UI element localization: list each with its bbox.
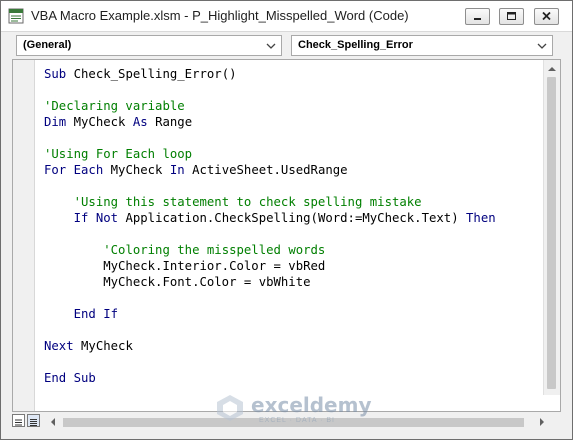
code-line[interactable]: 'Using this statement to check spelling …	[44, 194, 496, 210]
code-comment: 'Using For Each loop	[44, 147, 193, 161]
code-line[interactable]	[44, 322, 496, 338]
object-combo[interactable]: (General)	[16, 35, 282, 56]
scroll-left-arrow-icon[interactable]	[46, 414, 60, 430]
procedure-view-button[interactable]	[12, 414, 25, 427]
code-keyword: For Each	[44, 163, 111, 177]
code-text-token: MyCheck	[110, 163, 170, 177]
code-line[interactable]: 'Using For Each loop	[44, 146, 496, 162]
code-text[interactable]: Sub Check_Spelling_Error() 'Declaring var…	[44, 66, 496, 386]
code-line[interactable]: For Each MyCheck In ActiveSheet.UsedRang…	[44, 162, 496, 178]
watermark-name: exceldemy	[251, 393, 372, 417]
code-text-token: ActiveSheet.UsedRange	[192, 163, 348, 177]
code-comment: 'Using this statement to check spelling …	[73, 195, 422, 209]
scroll-up-arrow-icon[interactable]	[544, 62, 560, 76]
code-line[interactable]	[44, 226, 496, 242]
full-module-view-button[interactable]	[27, 414, 40, 427]
code-line[interactable]	[44, 82, 496, 98]
code-text-token: Range	[155, 115, 193, 129]
code-line[interactable]: Dim MyCheck As Range	[44, 114, 496, 130]
code-text-token: MyCheck.Interior.Color = vbRed	[44, 259, 326, 273]
minimize-button[interactable]	[465, 8, 490, 25]
code-keyword: Sub	[44, 67, 74, 81]
exceldemy-watermark: exceldemy EXCEL · DATA · BI	[215, 392, 372, 426]
chevron-down-icon[interactable]	[536, 40, 548, 52]
code-line[interactable]	[44, 130, 496, 146]
code-line[interactable]: Next MyCheck	[44, 338, 496, 354]
code-text-token: Check_Spelling_Error()	[73, 67, 237, 81]
code-line[interactable]	[44, 290, 496, 306]
code-keyword: In	[169, 163, 193, 177]
code-keyword: If Not	[73, 211, 126, 225]
vertical-scrollbar[interactable]	[543, 60, 560, 395]
scroll-right-arrow-icon[interactable]	[535, 414, 549, 430]
code-text-token: Application.CheckSpelling(Word:=MyCheck.…	[125, 211, 467, 225]
code-text-token: MyCheck	[81, 339, 133, 353]
code-line[interactable]	[44, 354, 496, 370]
code-text-token: MyCheck.Font.Color = vbWhite	[44, 275, 311, 289]
maximize-icon	[507, 12, 516, 20]
code-comment: 'Coloring the misspelled words	[103, 243, 326, 257]
code-line[interactable]: MyCheck.Font.Color = vbWhite	[44, 274, 496, 290]
watermark-tagline: EXCEL · DATA · BI	[259, 417, 335, 424]
code-line[interactable]	[44, 178, 496, 194]
code-keyword: End If	[73, 307, 119, 321]
object-combo-value: (General)	[23, 39, 72, 51]
code-keyword: End Sub	[44, 371, 96, 385]
procedure-combo[interactable]: Check_Spelling_Error	[291, 35, 553, 56]
code-comment: 'Declaring variable	[44, 99, 185, 113]
maximize-button[interactable]	[499, 8, 524, 25]
procedure-combo-value: Check_Spelling_Error	[298, 39, 413, 51]
code-text-token: MyCheck	[73, 115, 133, 129]
code-keyword: Dim	[44, 115, 74, 129]
exceldemy-logo-icon	[217, 395, 243, 421]
chevron-down-icon[interactable]	[265, 40, 277, 52]
code-line[interactable]: 'Coloring the misspelled words	[44, 242, 496, 258]
vertical-scroll-thumb[interactable]	[547, 77, 556, 389]
code-keyword: As	[132, 115, 156, 129]
code-line[interactable]: End Sub	[44, 370, 496, 386]
margin-indicator-bar[interactable]	[13, 60, 35, 411]
vba-code-window: VBA Macro Example.xlsm - P_Highlight_Mis…	[0, 0, 573, 440]
code-line[interactable]: Sub Check_Spelling_Error()	[44, 66, 496, 82]
close-icon	[542, 11, 551, 21]
minimize-icon	[474, 18, 481, 20]
code-keyword: Then	[466, 211, 496, 225]
title-bar[interactable]: VBA Macro Example.xlsm - P_Highlight_Mis…	[1, 1, 572, 32]
close-button[interactable]	[534, 8, 559, 25]
full-module-view-icon	[30, 419, 37, 426]
code-line[interactable]: 'Declaring variable	[44, 98, 496, 114]
code-line[interactable]: MyCheck.Interior.Color = vbRed	[44, 258, 496, 274]
code-editor[interactable]: Sub Check_Spelling_Error() 'Declaring var…	[12, 59, 561, 412]
code-line[interactable]: If Not Application.CheckSpelling(Word:=M…	[44, 210, 496, 226]
procedure-view-icon	[15, 419, 22, 426]
combo-row: (General) Check_Spelling_Error	[1, 32, 572, 59]
code-line[interactable]: End If	[44, 306, 496, 322]
excel-vba-module-icon	[8, 8, 24, 24]
window-title: VBA Macro Example.xlsm - P_Highlight_Mis…	[31, 8, 409, 23]
code-keyword: Next	[44, 339, 82, 353]
